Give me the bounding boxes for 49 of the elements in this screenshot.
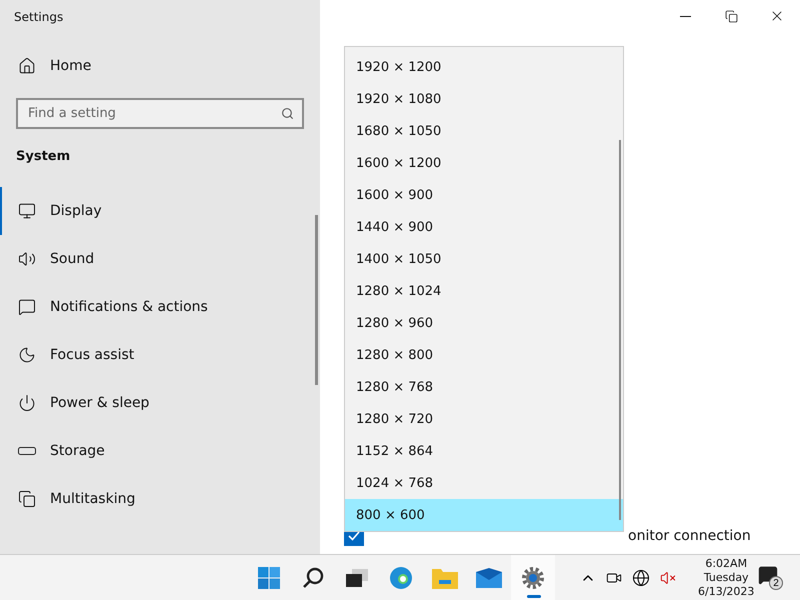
windows-logo-icon: [258, 566, 280, 588]
dropdown-option[interactable]: 1400 × 1050: [345, 243, 623, 275]
dropdown-option[interactable]: 1440 × 900: [345, 211, 623, 243]
monitor-icon: [18, 202, 36, 220]
speaker-icon: [18, 250, 36, 268]
power-icon: [18, 394, 36, 412]
browser-icon: [389, 566, 413, 590]
checkbox-label: onitor connection: [628, 528, 751, 544]
task-view-icon: [346, 568, 368, 586]
dropdown-option[interactable]: 1920 × 1200: [345, 51, 623, 83]
folder-icon: [432, 566, 458, 588]
scrollbar[interactable]: [315, 215, 318, 385]
sidebar-item[interactable]: Power & sleep: [0, 379, 320, 427]
dropdown-option[interactable]: 1920 × 1080: [345, 83, 623, 115]
envelope-icon: [476, 568, 502, 588]
section-heading: System: [15, 148, 72, 166]
home-link[interactable]: Home: [0, 42, 320, 90]
dropdown-option[interactable]: 1600 × 1200: [345, 147, 623, 179]
sidebar-item[interactable]: Focus assist: [0, 331, 320, 379]
speech-bubble-icon: [18, 298, 36, 316]
dropdown-option[interactable]: 1600 × 900: [345, 179, 623, 211]
search-icon: [302, 566, 324, 588]
window-title: Settings: [13, 9, 64, 26]
windows-icon: [18, 490, 36, 508]
dropdown-option[interactable]: 1280 × 720: [345, 403, 623, 435]
restore-icon: [724, 10, 738, 22]
home-icon: [18, 57, 36, 75]
sidebar-item[interactable]: Notifications & actions: [0, 283, 320, 331]
gear-icon: [521, 566, 545, 590]
search-icon: [281, 107, 294, 120]
dropdown-option[interactable]: 1680 × 1050: [345, 115, 623, 147]
dropdown-option[interactable]: 1280 × 1024: [345, 275, 623, 307]
dropdown-option[interactable]: 800 × 600: [345, 499, 623, 531]
muted-speaker-icon[interactable]: [658, 570, 678, 586]
notification-button[interactable]: 2: [756, 564, 786, 592]
sidebar-item[interactable]: Storage: [0, 427, 320, 475]
dropdown-option[interactable]: 1152 × 864: [345, 435, 623, 467]
globe-icon[interactable]: [630, 568, 652, 586]
sidebar-item[interactable]: Multitasking: [0, 475, 320, 523]
sidebar-item[interactable]: Sound: [0, 235, 320, 283]
notification-icon: [758, 565, 778, 585]
scrollbar[interactable]: [619, 140, 621, 520]
search-field[interactable]: Find a setting: [16, 98, 304, 129]
dropdown-option[interactable]: 1024 × 768: [345, 467, 623, 499]
moon-icon: [18, 346, 36, 364]
storage-icon: [18, 447, 36, 455]
dropdown-option[interactable]: 1280 × 960: [345, 307, 623, 339]
dropdown-option[interactable]: 1280 × 768: [345, 371, 623, 403]
dropdown-option[interactable]: 1280 × 800: [345, 339, 623, 371]
